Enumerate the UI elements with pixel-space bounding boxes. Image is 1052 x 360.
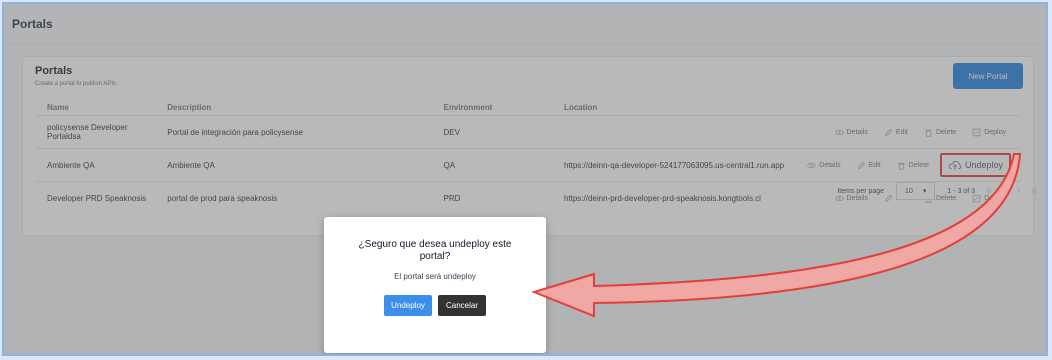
app-frame: Portals Portals Create a portal to publi… bbox=[2, 2, 1048, 356]
annotation-arrow bbox=[530, 153, 1022, 318]
